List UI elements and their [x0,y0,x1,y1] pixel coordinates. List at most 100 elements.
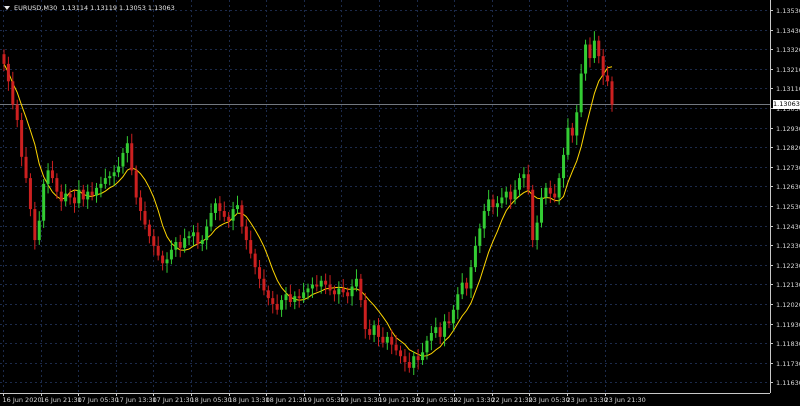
x-axis-label: 17 Jun 13:30 [116,396,157,404]
candle-body [579,73,583,113]
candle-body [350,286,354,297]
chart-canvas[interactable]: 1.13530 1.13430 1.13320 1.13210 1.13110 1.130… [0,0,800,406]
candle-body [213,203,217,213]
candle-body [535,222,539,241]
y-axis-label: 1.13430 [776,27,800,35]
x-axis-label: 23 Jun 13:30 [567,396,608,404]
candle-body [112,172,116,177]
x-axis-label: 16 Jun 2020 [3,396,42,404]
candle-body [407,362,411,368]
candle-body [108,176,112,179]
chart-window[interactable]: 1.13530 1.13430 1.13320 1.13210 1.13110 1.130… [0,0,800,406]
candle-body [429,332,433,341]
candle-body [174,241,178,250]
candle-body [152,236,156,246]
candle-body [11,81,15,105]
candle-body [597,40,601,57]
y-axis-label: 1.12730 [776,164,800,172]
candle-body [55,178,59,192]
x-axis-label: 18 Jun 21:30 [266,396,307,404]
candle-body [280,300,284,310]
candle-body [284,294,288,301]
y-axis-label: 1.12230 [776,262,800,270]
candle-body [227,216,231,221]
candle-body [20,120,24,157]
y-axis-label: 1.11930 [776,321,800,329]
candle-body [473,245,477,268]
candle-body [601,56,605,76]
candle-body [275,303,279,310]
candle-body [465,282,469,289]
high-price: 1.13119 [90,4,117,12]
candle-body [236,205,240,210]
current-price-tag: 1.13063 [773,100,800,109]
candle-body [566,127,570,155]
candle-body [337,288,341,295]
candle-body [310,284,314,289]
candle-body [341,288,345,293]
candle-body [302,292,306,299]
candle-body [183,238,187,248]
candle-body [500,197,504,204]
candle-body [495,203,499,208]
candle-body [460,282,464,295]
candle-body [240,205,244,227]
candle-body [416,356,420,361]
candle-body [147,224,151,237]
candle-body [328,284,332,291]
candle-body [487,199,491,212]
open-price: 1.13114 [61,4,89,12]
y-axis-label: 1.12630 [776,183,800,191]
candle-body [244,226,248,241]
candle-body [121,152,125,167]
candle-body [421,352,425,361]
candle-body [178,241,182,248]
candle-body [24,156,28,179]
candle-body [125,143,129,153]
y-axis-label: 1.12020 [776,301,800,309]
collapse-triangle-icon[interactable] [4,6,10,10]
candle-body [592,40,596,59]
candle-body [266,290,270,299]
candle-body [46,170,50,184]
x-axis-label: 18 Jun 05:30 [191,396,232,404]
candle-body [456,294,460,310]
candle-body [297,296,301,299]
candle-body [425,340,429,353]
candle-body [363,300,367,330]
candle-body [332,290,336,295]
candle-body [90,191,94,196]
low-price: 1.13053 [119,4,146,12]
y-axis-label: 1.12820 [776,144,800,152]
candle-body [191,232,195,237]
candle-body [187,236,191,239]
candle-body [33,209,37,241]
candle-body [482,211,486,229]
candle-body [394,344,398,351]
candle-body [161,255,165,264]
candle-body [81,189,85,200]
candle-body [354,278,358,287]
candle-body [610,81,614,105]
moving-average-line [3,63,613,357]
y-axis-label: 1.12430 [776,223,800,231]
candle-body [570,127,574,136]
candle-body [306,288,310,293]
candle-body [319,280,323,287]
candle-body [438,327,442,337]
x-axis-label: 19 Jun 13:30 [341,396,382,404]
candle-body [271,298,275,304]
candle-body [6,63,10,82]
candle-body [117,166,121,173]
symbol-timeframe: EURUSD,M30 [14,4,58,12]
candle-body [72,197,76,204]
candle-body [540,197,544,223]
candle-body [548,187,552,194]
y-axis-label: 1.13110 [776,85,800,93]
candle-body [513,189,517,200]
candle-body [258,267,262,279]
candle-body [324,280,328,285]
candle-body [134,170,138,198]
y-axis-label: 1.12930 [776,125,800,133]
x-axis-label: 22 Jun 13:30 [454,396,495,404]
